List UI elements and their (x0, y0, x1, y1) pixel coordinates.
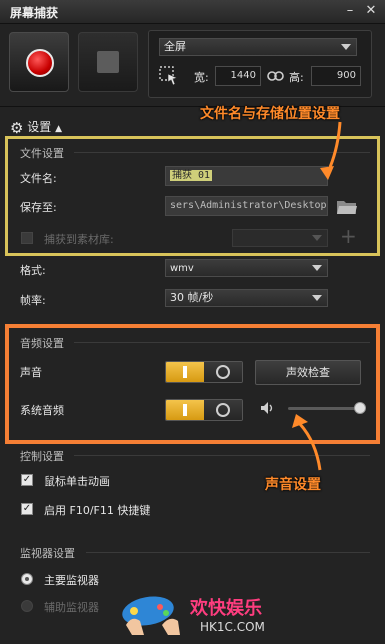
capture-mode-value: 全屏 (164, 40, 186, 53)
record-icon (26, 49, 54, 77)
link-ratio-icon[interactable] (267, 69, 285, 83)
caret-up-icon: ▲ (55, 124, 63, 134)
secondary-monitor-label: 辅助监视器 (44, 601, 99, 614)
hotkeys-label: 启用 F10/F11 快捷键 (44, 504, 151, 517)
divider (86, 552, 370, 553)
height-input[interactable]: 900 (311, 66, 361, 86)
arrow-icon (318, 120, 348, 182)
arrow-icon (290, 412, 330, 472)
framerate-value: 30 帧/秒 (170, 291, 214, 304)
primary-monitor-radio[interactable] (21, 573, 33, 585)
watermark-brand: 欢快娱乐 (190, 598, 262, 619)
minimize-button[interactable]: – (342, 3, 358, 19)
format-value: wmv (170, 263, 194, 274)
chevron-down-icon (312, 295, 322, 301)
settings-toggle[interactable]: ⚙ 设置 ▲ (10, 118, 62, 137)
settings-label: 设置 (27, 120, 52, 134)
secondary-monitor-radio[interactable] (21, 600, 33, 612)
format-select[interactable]: wmv (165, 259, 328, 277)
hotkeys-checkbox[interactable]: ✓ (21, 503, 33, 515)
stop-icon (97, 51, 119, 73)
capture-region-panel: 全屏 宽: 1440 高: 900 (148, 30, 372, 98)
window-title: 屏幕捕获 (10, 6, 59, 20)
record-button[interactable] (9, 32, 69, 92)
radio-selected-dot (25, 577, 29, 581)
watermark-site: HK1C.COM (200, 620, 265, 634)
width-label: 宽: (194, 71, 209, 84)
title-bar: 屏幕捕获 – ✕ (0, 0, 385, 24)
audio-settings-annotation: 声音设置 (265, 477, 321, 493)
height-label: 高: (289, 71, 304, 84)
mouse-anim-label: 鼠标单击动画 (44, 475, 110, 488)
close-button[interactable]: ✕ (363, 3, 379, 19)
chevron-down-icon (312, 265, 322, 271)
primary-monitor-label: 主要监视器 (44, 574, 99, 587)
stop-button[interactable] (78, 32, 138, 92)
monitor-settings-title: 监视器设置 (20, 547, 75, 560)
region-select-icon[interactable] (159, 66, 179, 86)
width-input[interactable]: 1440 (215, 66, 261, 86)
control-settings-title: 控制设置 (20, 450, 64, 463)
mouse-anim-checkbox[interactable]: ✓ (21, 474, 33, 486)
framerate-label: 帧率: (20, 294, 46, 307)
gamepad-logo-icon (118, 585, 188, 637)
chevron-down-icon (341, 44, 351, 50)
format-label: 格式: (20, 264, 46, 277)
framerate-select[interactable]: 30 帧/秒 (165, 289, 328, 307)
capture-mode-select[interactable]: 全屏 (159, 38, 357, 56)
gear-icon: ⚙ (10, 118, 24, 137)
